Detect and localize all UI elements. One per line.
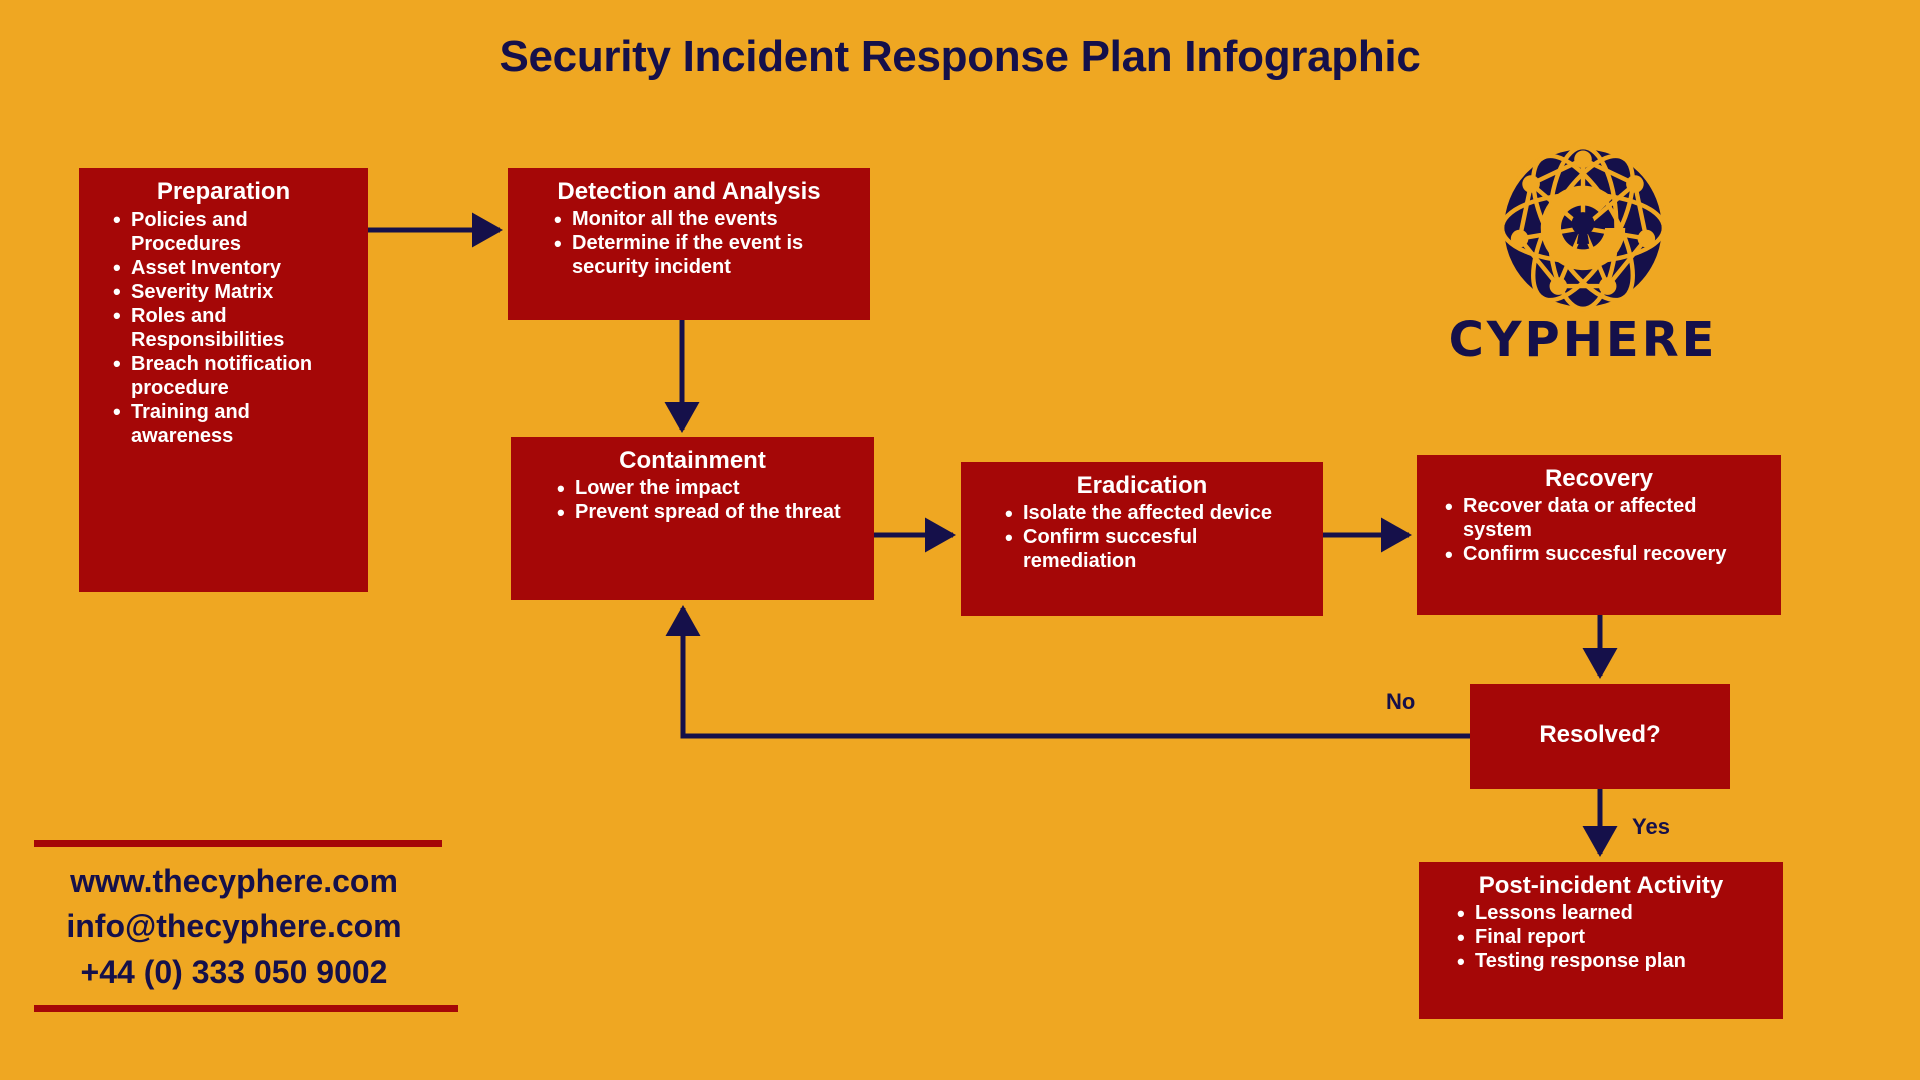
brand-logo-block: CYPHERE: [1438, 140, 1728, 368]
box-title-recovery: Recovery: [1544, 465, 1654, 492]
edge-label-no: No: [1386, 689, 1416, 714]
list-item: Prevent spread of the threat: [557, 500, 860, 526]
cyphere-network-globe-lock-icon: [1499, 144, 1667, 312]
infographic-canvas: Security Incident Response Plan Infograp…: [0, 0, 1920, 1080]
contact-email[interactable]: info@thecyphere.com: [34, 904, 434, 949]
list-item: Asset Inventory: [113, 255, 354, 281]
flow-box-detection-and-analysis[interactable]: Detection and Analysis Monitor all the e…: [508, 168, 870, 320]
list-item: Testing response plan: [1457, 949, 1769, 975]
list-item: Lessons learned: [1457, 901, 1769, 927]
contact-phone[interactable]: +44 (0) 333 050 9002: [34, 950, 434, 995]
contact-block: www.thecyphere.com info@thecyphere.com +…: [34, 840, 464, 1013]
flow-box-resolved-decision[interactable]: Resolved?: [1470, 684, 1730, 789]
page-title: Security Incident Response Plan Infograp…: [499, 32, 1421, 81]
box-list-containment: Lower the impact Prevent spread of the t…: [519, 476, 866, 526]
box-list-preparation: Policies and Procedures Asset Inventory …: [87, 207, 360, 448]
flow-box-post-incident-activity[interactable]: Post-incident Activity Lessons learned F…: [1419, 862, 1783, 1019]
list-item: Breach notification procedure: [113, 351, 354, 400]
list-item: Roles and Responsibilities: [113, 303, 354, 352]
box-title-eradication: Eradication: [1076, 472, 1208, 499]
list-item: Final report: [1457, 925, 1769, 951]
list-item: Isolate the affected device: [1005, 501, 1309, 527]
arrow-resolved-no-to-containment: [665, 604, 1470, 739]
list-item: Training and awareness: [113, 399, 354, 448]
box-title-resolved: Resolved?: [1539, 721, 1661, 749]
box-list-recovery: Recover data or affected system Confirm …: [1425, 494, 1773, 568]
list-item: Severity Matrix: [113, 279, 354, 305]
box-list-postincident: Lessons learned Final report Testing res…: [1427, 901, 1775, 975]
flow-box-containment[interactable]: Containment Lower the impact Prevent spr…: [511, 437, 874, 600]
box-title-detection: Detection and Analysis: [557, 178, 821, 205]
box-title-containment: Containment: [619, 447, 766, 474]
contact-lines: www.thecyphere.com info@thecyphere.com +…: [34, 847, 464, 999]
brand-wordmark: CYPHERE: [1448, 312, 1718, 368]
list-item: Confirm succesful remediation: [1005, 525, 1309, 573]
flow-box-eradication[interactable]: Eradication Isolate the affected device …: [961, 462, 1323, 616]
box-title-preparation: Preparation: [156, 178, 291, 205]
flow-box-preparation[interactable]: Preparation Policies and Procedures Asse…: [79, 168, 368, 592]
box-list-detection: Monitor all the events Determine if the …: [516, 207, 862, 279]
edge-label-yes: Yes: [1632, 814, 1670, 839]
flow-box-recovery[interactable]: Recovery Recover data or affected system…: [1417, 455, 1781, 615]
box-list-eradication: Isolate the affected device Confirm succ…: [969, 501, 1315, 573]
contact-website[interactable]: www.thecyphere.com: [34, 859, 434, 904]
list-item: Determine if the event is security incid…: [554, 231, 856, 279]
list-item: Policies and Procedures: [113, 207, 354, 256]
list-item: Monitor all the events: [554, 207, 856, 233]
box-title-postincident: Post-incident Activity: [1478, 872, 1724, 899]
contact-rule-bottom: [34, 1005, 458, 1013]
list-item: Lower the impact: [557, 476, 860, 502]
contact-rule-top: [34, 840, 442, 847]
list-item: Confirm succesful recovery: [1445, 542, 1767, 568]
list-item: Recover data or affected system: [1445, 494, 1767, 542]
